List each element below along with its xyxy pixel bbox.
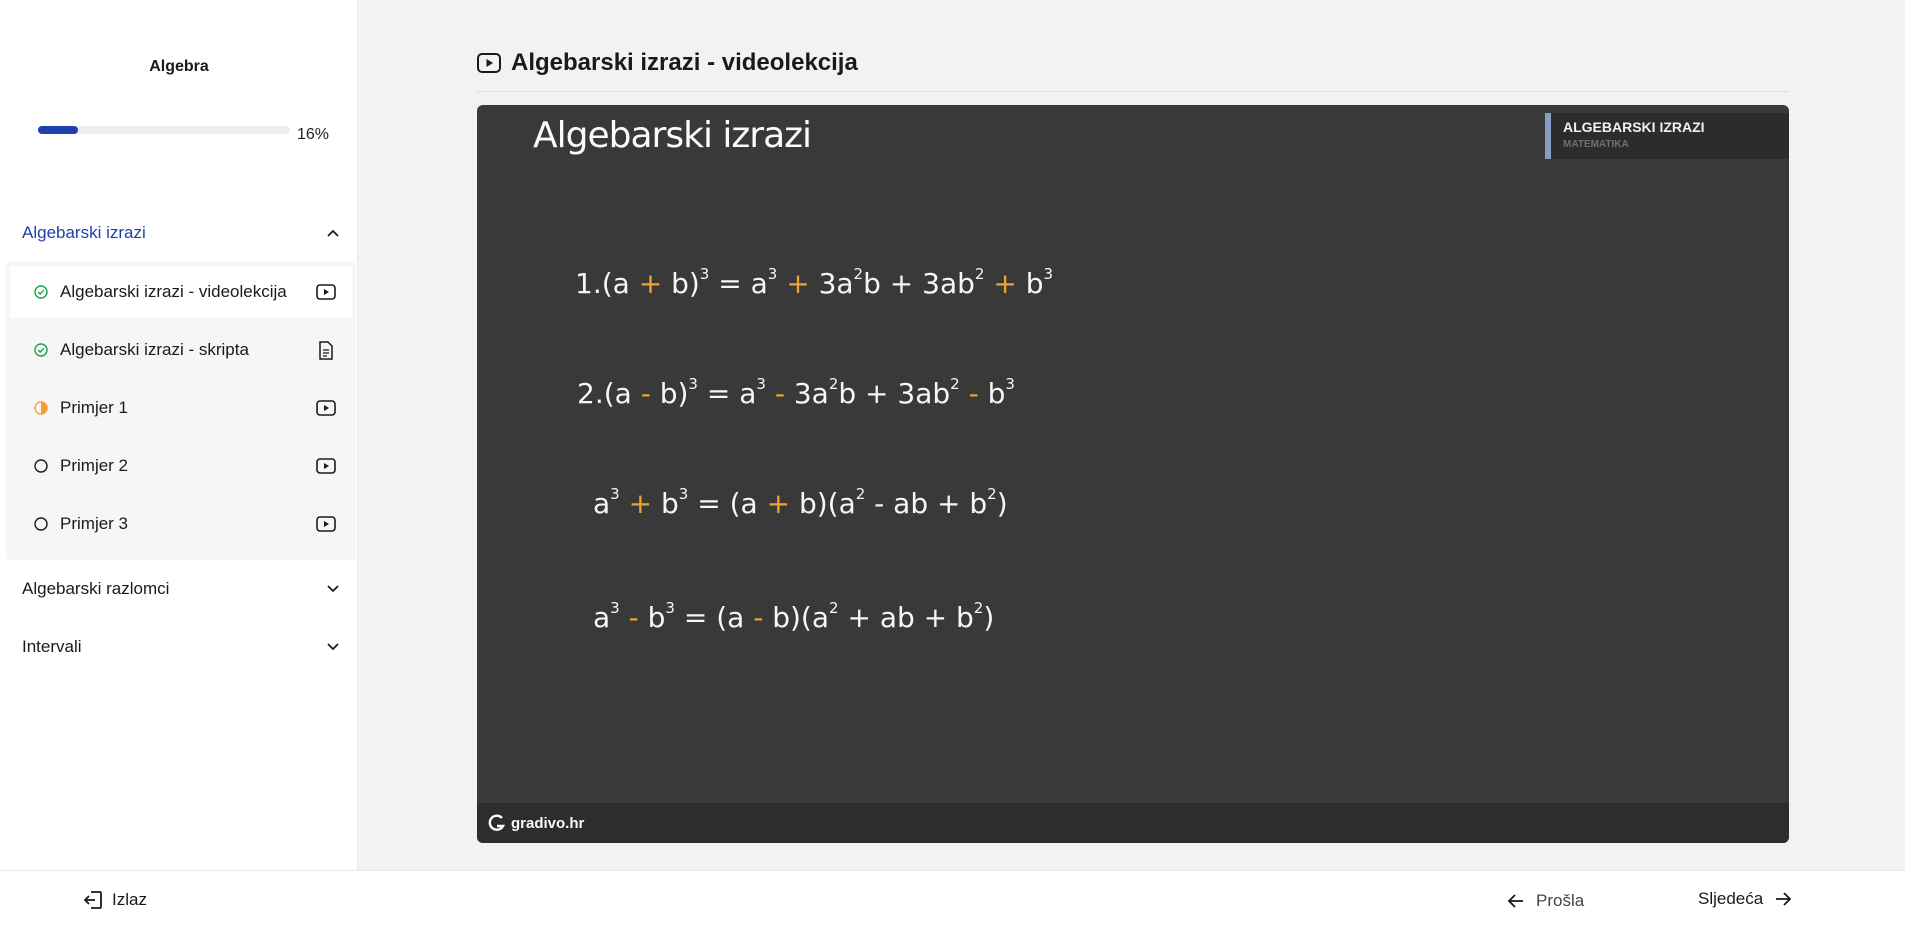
arrow-right-icon bbox=[1776, 892, 1792, 906]
lesson-header: Algebarski izrazi - videolekcija bbox=[477, 49, 858, 77]
lesson-label: Primjer 3 bbox=[60, 514, 129, 533]
header-divider bbox=[477, 91, 1789, 92]
page-title: Algebarski izrazi - videolekcija bbox=[511, 49, 858, 76]
previous-button[interactable]: Prošla bbox=[1506, 891, 1584, 911]
video-player[interactable]: Algebarski izrazi ALGEBARSKI IZRAZI MATE… bbox=[477, 105, 1789, 843]
badge-subtitle: MATEMATIKA bbox=[1563, 139, 1629, 150]
video-icon bbox=[316, 456, 336, 476]
arrow-left-icon bbox=[1507, 894, 1523, 908]
lesson-label: Primjer 2 bbox=[60, 456, 129, 475]
gradivo-logo-icon bbox=[488, 814, 506, 831]
section-label: Intervali bbox=[22, 637, 82, 656]
lesson-label: Algebarski izrazi - videolekcija bbox=[60, 282, 287, 301]
formula-cube-of-difference: 2.(a - b)3 = a3 - 3a2b + 3ab2 - b3 bbox=[577, 375, 1015, 410]
section-label: Algebarski razlomci bbox=[22, 579, 170, 598]
section-intervali[interactable]: Intervali bbox=[22, 627, 340, 667]
video-icon bbox=[477, 51, 501, 75]
course-title: Algebra bbox=[149, 58, 209, 75]
exit-icon bbox=[83, 891, 102, 909]
next-button[interactable]: Sljedeća bbox=[1698, 889, 1793, 909]
in-progress-icon bbox=[34, 401, 48, 415]
not-started-circle-icon bbox=[34, 459, 48, 473]
lesson-badge: ALGEBARSKI IZRAZI MATEMATIKA bbox=[1545, 113, 1789, 159]
section-algebarski-razlomci[interactable]: Algebarski razlomci bbox=[22, 569, 340, 609]
video-icon bbox=[316, 282, 336, 302]
course-progress-text: 16% bbox=[297, 126, 330, 143]
next-label: Sljedeća bbox=[1698, 889, 1764, 908]
lesson-label: Primjer 1 bbox=[60, 398, 129, 417]
exit-button[interactable]: Izlaz bbox=[82, 889, 147, 911]
course-progress-fill bbox=[38, 126, 79, 134]
board-title: Algebarski izrazi bbox=[533, 115, 812, 156]
formula-sum-of-cubes: a3 + b3 = (a + b)(a2 - ab + b2) bbox=[593, 485, 1008, 520]
lesson-list: Algebarski izrazi - videolekcija Algebar… bbox=[6, 262, 356, 560]
document-icon bbox=[316, 340, 336, 360]
section-label: Algebarski izrazi bbox=[22, 223, 146, 242]
not-started-circle-icon bbox=[34, 517, 48, 531]
video-watermark-bar: gradivo.hr bbox=[477, 803, 1789, 843]
lesson-footer: Izlaz Prošla Sljedeća bbox=[0, 870, 1905, 934]
exit-label: Izlaz bbox=[112, 890, 147, 909]
brand-name: gradivo.hr bbox=[511, 814, 585, 832]
chevron-up-icon bbox=[326, 226, 340, 240]
chevron-down-icon bbox=[326, 582, 340, 596]
completed-check-icon bbox=[34, 285, 48, 299]
lesson-item-primjer-1[interactable]: Primjer 1 bbox=[10, 382, 352, 434]
course-sidebar: Algebra 16% Algebarski izrazi Algebarski… bbox=[0, 0, 358, 870]
course-progress-bar bbox=[38, 126, 290, 134]
previous-label: Prošla bbox=[1536, 891, 1585, 910]
lesson-item-primjer-3[interactable]: Primjer 3 bbox=[10, 498, 352, 550]
formula-difference-of-cubes: a3 - b3 = (a - b)(a2 + ab + b2) bbox=[593, 599, 995, 634]
lesson-item-videolekcija[interactable]: Algebarski izrazi - videolekcija bbox=[10, 266, 352, 318]
badge-title: ALGEBARSKI IZRAZI bbox=[1563, 119, 1705, 135]
video-icon bbox=[316, 514, 336, 534]
lesson-item-skripta[interactable]: Algebarski izrazi - skripta bbox=[10, 324, 352, 376]
chevron-down-icon bbox=[326, 640, 340, 654]
formula-cube-of-sum: 1.(a + b)3 = a3 + 3a2b + 3ab2 + b3 bbox=[575, 265, 1054, 300]
lesson-item-primjer-2[interactable]: Primjer 2 bbox=[10, 440, 352, 492]
completed-check-icon bbox=[34, 343, 48, 357]
lesson-label: Algebarski izrazi - skripta bbox=[60, 340, 249, 359]
video-icon bbox=[316, 398, 336, 418]
section-algebarski-izrazi[interactable]: Algebarski izrazi bbox=[22, 213, 340, 253]
